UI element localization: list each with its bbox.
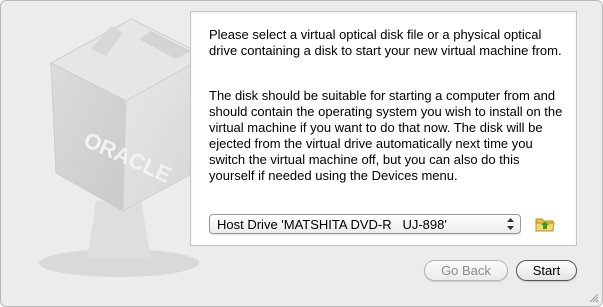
- folder-open-icon[interactable]: [535, 215, 555, 233]
- up-down-stepper-icon: [507, 218, 514, 230]
- selected-drive-value: Host Drive 'MATSHITA DVD-R UJ-898': [217, 217, 447, 232]
- description-paragraph: The disk should be suitable for starting…: [209, 88, 563, 183]
- content-panel: Please select a virtual optical disk fil…: [190, 11, 577, 246]
- go-back-button[interactable]: Go Back: [424, 260, 508, 281]
- resize-grip-icon[interactable]: [587, 291, 599, 303]
- wizard-window: ORACLE Please select a virtual optical d…: [0, 0, 603, 307]
- start-button[interactable]: Start: [516, 260, 577, 281]
- instruction-paragraph: Please select a virtual optical disk fil…: [209, 27, 562, 58]
- optical-drive-select[interactable]: Host Drive 'MATSHITA DVD-R UJ-898': [209, 214, 521, 234]
